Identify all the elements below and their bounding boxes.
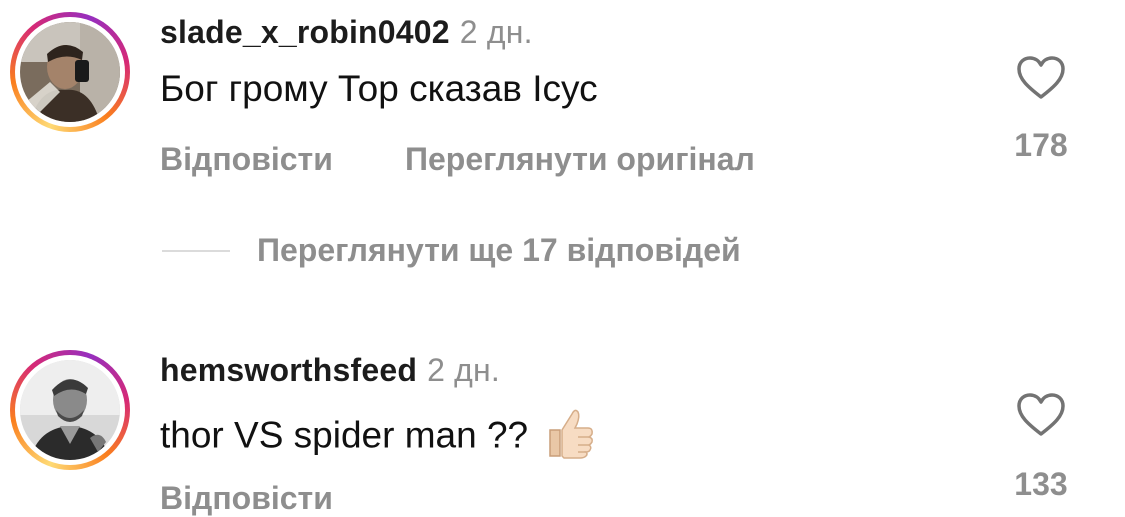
timestamp: 2 дн.: [427, 352, 501, 388]
username[interactable]: hemsworthsfeed 2 дн.: [160, 352, 500, 389]
thumbs-up-icon: [542, 406, 596, 469]
avatar-story-ring[interactable]: [10, 12, 130, 132]
view-more-replies-button[interactable]: Переглянути ще 17 відповідей: [257, 232, 741, 269]
comment-1: slade_x_robin0402 2 дн. Бог грому Тор ска…: [0, 0, 1125, 230]
username-text[interactable]: hemsworthsfeed: [160, 352, 417, 388]
comment-text: thor VS spider man ??: [160, 406, 596, 469]
comment-2: hemsworthsfeed 2 дн. thor VS spider man ?…: [0, 340, 1125, 516]
username[interactable]: slade_x_robin0402 2 дн.: [160, 14, 533, 51]
comment-text-content: thor VS spider man ??: [160, 414, 529, 456]
heart-icon[interactable]: [1016, 55, 1066, 101]
view-original-button[interactable]: Переглянути оригінал: [405, 141, 755, 178]
avatar: [20, 22, 120, 122]
avatar: [20, 360, 120, 460]
username-text[interactable]: slade_x_robin0402: [160, 14, 450, 50]
timestamp: 2 дн.: [459, 14, 533, 50]
like-count: 178: [1014, 127, 1068, 163]
profile-photo-icon: [20, 22, 120, 122]
profile-photo-icon: [20, 360, 120, 460]
like-count: 133: [1014, 466, 1068, 502]
heart-icon[interactable]: [1016, 392, 1066, 438]
avatar-story-ring[interactable]: [10, 350, 130, 470]
reply-button[interactable]: Відповісти: [160, 141, 333, 178]
reply-button[interactable]: Відповісти: [160, 480, 333, 517]
comment-text: Бог грому Тор сказав Ісус: [160, 68, 598, 109]
replies-divider: [162, 250, 230, 252]
